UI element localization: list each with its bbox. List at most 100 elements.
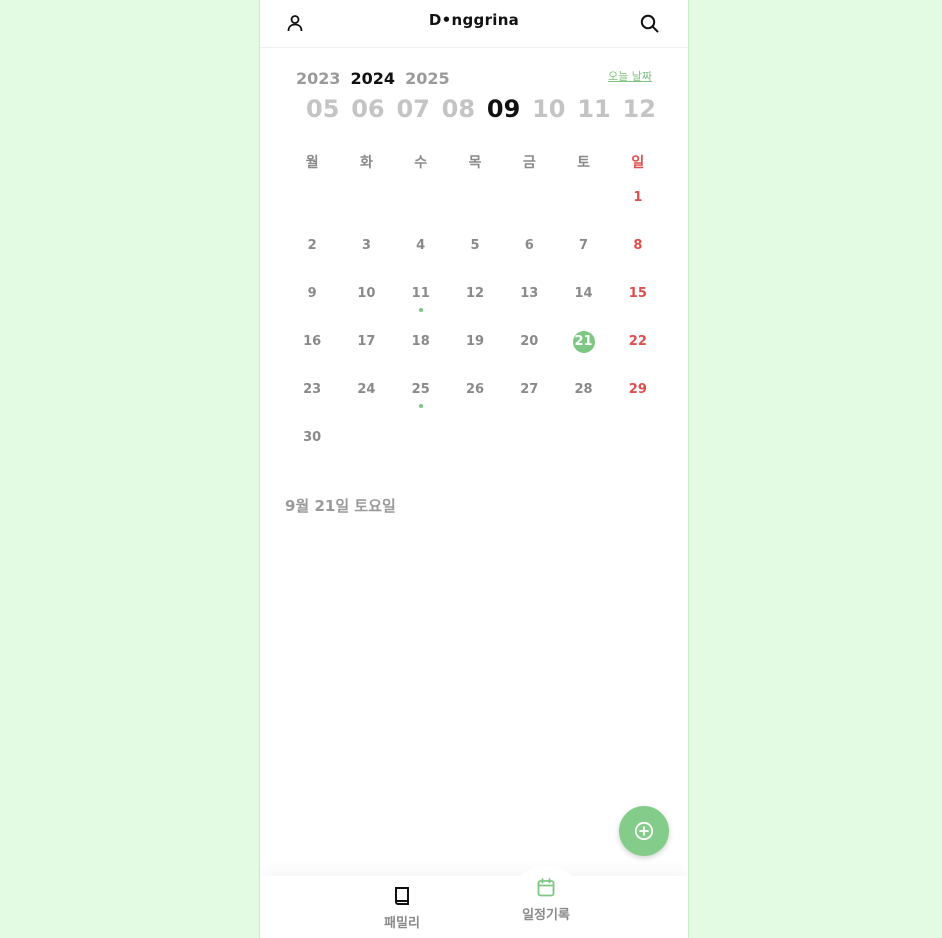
weekday-header: 월 화 수 목 금 토 일 xyxy=(285,152,665,172)
add-schedule-button[interactable] xyxy=(619,806,669,856)
calendar-day-number: 25 xyxy=(411,382,430,397)
month-option[interactable]: 07 xyxy=(396,95,429,123)
calendar-day[interactable]: 22 xyxy=(611,330,665,378)
calendar-day[interactable]: 24 xyxy=(339,378,393,426)
calendar-day-number: 21 xyxy=(572,331,595,353)
calendar-empty-cell xyxy=(556,186,610,234)
event-dot xyxy=(418,404,423,408)
calendar-day[interactable]: 10 xyxy=(339,282,393,330)
month-option[interactable]: 11 xyxy=(577,95,610,123)
calendar-day-number: 17 xyxy=(357,334,376,349)
weekday-label: 월 xyxy=(305,155,319,171)
calendar-empty-cell xyxy=(394,186,448,234)
calendar-day-number: 16 xyxy=(303,334,322,349)
calendar-day-number: 5 xyxy=(470,238,480,253)
bottom-nav: 패밀리 일정기록 xyxy=(260,866,688,938)
calendar-day-number: 30 xyxy=(303,430,322,445)
calendar-day[interactable]: 30 xyxy=(285,426,339,474)
weekday-label: 화 xyxy=(359,155,373,171)
calendar-day[interactable]: 19 xyxy=(448,330,502,378)
calendar-day[interactable]: 18 xyxy=(394,330,448,378)
calendar-day-number: 12 xyxy=(465,286,485,301)
calendar-day[interactable]: 16 xyxy=(285,330,339,378)
nav-tab-schedule[interactable]: 일정기록 xyxy=(511,866,581,923)
calendar-day-number: 7 xyxy=(579,238,589,253)
search-button[interactable] xyxy=(636,10,662,36)
year-selector: 2023 2024 2025 xyxy=(296,69,450,88)
calendar-day-number: 27 xyxy=(520,382,539,397)
calendar-day[interactable]: 5 xyxy=(448,234,502,282)
calendar-day-number: 13 xyxy=(520,286,539,301)
app-header: D•nggrina xyxy=(260,0,688,48)
calendar-day[interactable]: 27 xyxy=(502,378,556,426)
calendar-day-number: 14 xyxy=(574,286,593,301)
calendar-day-number: 22 xyxy=(628,334,647,349)
calendar-day[interactable]: 8 xyxy=(611,234,665,282)
calendar-day-number: 18 xyxy=(411,334,430,349)
calendar-day-number: 24 xyxy=(357,382,376,397)
month-option[interactable]: 06 xyxy=(351,95,384,123)
calendar-day[interactable]: 28 xyxy=(556,378,610,426)
year-option-selected[interactable]: 2024 xyxy=(351,69,396,88)
calendar-day[interactable]: 1 xyxy=(611,186,665,234)
calendar-empty-cell xyxy=(285,186,339,234)
weekday-label: 수 xyxy=(414,155,428,171)
calendar-day[interactable]: 13 xyxy=(502,282,556,330)
calendar-day-number: 6 xyxy=(524,238,534,253)
calendar-day[interactable]: 23 xyxy=(285,378,339,426)
calendar-day-number: 19 xyxy=(465,334,485,349)
month-option-selected[interactable]: 09 xyxy=(487,95,520,123)
calendar-day[interactable]: 20 xyxy=(502,330,556,378)
calendar-day[interactable]: 15 xyxy=(611,282,665,330)
month-selector: 05 06 07 08 09 10 11 12 xyxy=(306,95,656,123)
calendar-day-number: 9 xyxy=(307,286,317,301)
calendar-day-number: 26 xyxy=(465,382,485,397)
calendar-day[interactable]: 12 xyxy=(448,282,502,330)
calendar-day[interactable]: 9 xyxy=(285,282,339,330)
nav-active-indicator xyxy=(518,866,574,902)
calendar-day-number: 29 xyxy=(628,382,647,397)
calendar-grid: 1 2 3 4 5 6 7 8 9 10 11 12 13 14 15 16 17 18 19 20 21 22 23 24 2… xyxy=(285,186,665,474)
book-icon xyxy=(395,887,409,905)
month-option[interactable]: 05 xyxy=(306,95,339,123)
calendar-day-number: 2 xyxy=(307,238,317,253)
calendar-day-number: 10 xyxy=(357,286,376,301)
calendar-day[interactable]: 17 xyxy=(339,330,393,378)
calendar-day[interactable]: 4 xyxy=(394,234,448,282)
calendar-day-number: 8 xyxy=(633,238,643,253)
nav-label-schedule: 일정기록 xyxy=(522,908,570,923)
year-option[interactable]: 2023 xyxy=(296,69,341,88)
calendar-day-number: 15 xyxy=(628,286,647,301)
month-option[interactable]: 08 xyxy=(442,95,475,123)
calendar-day[interactable]: 26 xyxy=(448,378,502,426)
calendar-day-number: 28 xyxy=(574,382,593,397)
search-icon xyxy=(640,14,658,32)
calendar-empty-cell xyxy=(448,186,502,234)
weekday-label: 금 xyxy=(522,155,536,171)
calendar-day[interactable]: 6 xyxy=(502,234,556,282)
app-logo: D•nggrina xyxy=(428,11,520,29)
calendar-day[interactable]: 29 xyxy=(611,378,665,426)
month-option[interactable]: 10 xyxy=(532,95,565,123)
calendar-day[interactable]: 25 xyxy=(394,378,448,426)
calendar-empty-cell xyxy=(339,186,393,234)
calendar-day[interactable]: 3 xyxy=(339,234,393,282)
calendar-day[interactable]: 2 xyxy=(285,234,339,282)
weekday-label: 목 xyxy=(468,155,482,171)
year-option[interactable]: 2025 xyxy=(405,69,450,88)
calendar-day[interactable]: 11 xyxy=(394,282,448,330)
calendar-day[interactable]: 14 xyxy=(556,282,610,330)
app-screen: D•nggrina 2023 2024 2025 오늘 날짜 05 06 07 … xyxy=(259,0,689,938)
weekday-label-sunday: 일 xyxy=(631,155,645,171)
today-link[interactable]: 오늘 날짜 xyxy=(608,68,652,84)
calendar-day[interactable]: 7 xyxy=(556,234,610,282)
nav-tab-family[interactable]: 패밀리 xyxy=(367,886,437,931)
weekday-label: 토 xyxy=(577,155,590,171)
month-option[interactable]: 12 xyxy=(623,95,656,123)
calendar-day-number: 1 xyxy=(633,190,643,205)
nav-label-family: 패밀리 xyxy=(384,916,420,931)
selected-date-label: 9월 21일 토요일 xyxy=(285,497,396,515)
calendar-day-number: 4 xyxy=(416,238,426,253)
plus-circle-icon xyxy=(634,821,654,841)
calendar-day-selected[interactable]: 21 xyxy=(556,330,610,378)
